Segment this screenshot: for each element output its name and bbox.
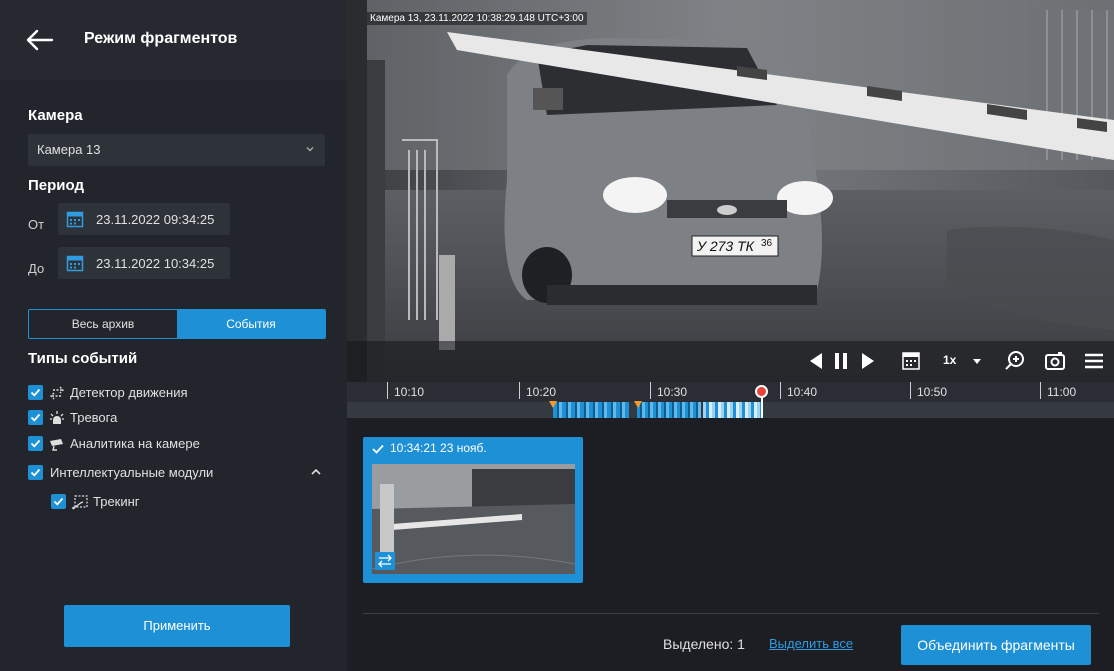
tick-label: 10:50 [917, 385, 948, 399]
checkbox[interactable] [28, 385, 43, 400]
event-type-label: Тревога [70, 410, 118, 425]
to-label: До [28, 261, 45, 276]
zoom-in-icon[interactable] [1003, 349, 1027, 373]
event-type-label: Трекинг [93, 494, 140, 509]
video-controls: 1x [347, 341, 1114, 382]
caret-down-icon[interactable] [965, 349, 989, 373]
fragments-panel: Режим фрагментов Камера Камера 13 Период… [0, 0, 347, 671]
checkbox[interactable] [28, 410, 43, 425]
period-label: Период [28, 177, 84, 194]
tracking-icon [72, 495, 88, 510]
event-type-label: Интеллектуальные модули [50, 465, 214, 480]
event-type-alarm[interactable]: Тревога [28, 408, 318, 428]
video-overlay-timestamp: Камера 13, 23.11.2022 10:38:29.148 UTC+3… [367, 12, 587, 25]
pause-icon[interactable] [829, 349, 853, 373]
fragment-card[interactable]: 10:34:21 23 нояб. [363, 437, 583, 583]
alarm-icon [50, 411, 64, 424]
from-label: От [28, 217, 45, 232]
event-segment[interactable] [637, 402, 701, 418]
mode-events[interactable]: События [177, 310, 325, 338]
menu-icon[interactable] [1082, 349, 1106, 373]
tick-label: 10:30 [657, 385, 688, 399]
calendar-icon[interactable] [899, 349, 923, 373]
checkbox[interactable] [51, 494, 66, 509]
arrow-left-icon[interactable] [24, 26, 56, 54]
event-segment[interactable] [703, 402, 763, 418]
event-type-label: Аналитика на камере [70, 436, 200, 451]
event-type-camera-analytics[interactable]: Аналитика на камере [28, 434, 318, 454]
event-segment[interactable] [553, 402, 629, 418]
timeline[interactable]: 10:10 10:20 10:30 10:40 10:50 11:00 [347, 382, 1114, 418]
tick-mark [387, 382, 388, 399]
event-type-label: Детектор движения [70, 385, 188, 400]
tick-label: 10:40 [787, 385, 818, 399]
mode-switch: Весь архив События [28, 309, 326, 339]
page-title: Режим фрагментов [84, 30, 238, 47]
event-type-tracking[interactable]: Трекинг [51, 492, 301, 512]
calendar-icon[interactable] [66, 254, 84, 272]
panel-header: Режим фрагментов [0, 0, 347, 80]
fragment-thumbnail [372, 464, 575, 574]
selected-count: Выделено: 1 [663, 636, 745, 652]
step-back-icon[interactable] [805, 349, 829, 373]
tick-mark [650, 382, 651, 399]
fragments-list: 10:34:21 23 нояб. Выделено: 1 Выделить в… [347, 418, 1114, 671]
camera-select[interactable]: Камера 13 [28, 134, 325, 166]
camera-label: Камера [28, 107, 83, 124]
divider [363, 613, 1099, 614]
to-datetime-value: 23.11.2022 10:34:25 [96, 256, 215, 271]
snapshot-icon[interactable] [1043, 349, 1067, 373]
step-forward-icon[interactable] [855, 349, 879, 373]
checkbox[interactable] [28, 436, 43, 451]
plate-region: 36 [761, 238, 773, 249]
chevron-up-icon[interactable] [310, 467, 322, 477]
camera-select-value: Камера 13 [37, 142, 101, 157]
tick-mark [519, 382, 520, 399]
speed-selector[interactable]: 1x [943, 353, 956, 367]
fragment-title: 10:34:21 23 нояб. [390, 441, 487, 455]
check-icon [372, 444, 384, 454]
mode-all-archive[interactable]: Весь архив [29, 310, 177, 338]
event-marker[interactable] [634, 401, 642, 408]
motion-detector-icon [50, 386, 64, 400]
select-all-link[interactable]: Выделить все [769, 636, 853, 651]
tick-label: 10:20 [526, 385, 557, 399]
event-type-intelligent-modules[interactable]: Интеллектуальные модули [28, 463, 328, 483]
to-datetime-field[interactable]: 23.11.2022 10:34:25 [58, 247, 230, 279]
calendar-icon[interactable] [66, 210, 84, 228]
plate-number: У 273 ТК [696, 238, 755, 254]
tick-mark [780, 382, 781, 399]
from-datetime-value: 23.11.2022 09:34:25 [96, 212, 215, 227]
checkbox[interactable] [28, 465, 43, 480]
camera-video-frame: У 273 ТК 36 [347, 0, 1114, 382]
apply-button[interactable]: Применить [64, 605, 290, 647]
tick-label: 11:00 [1047, 385, 1077, 399]
event-marker[interactable] [549, 401, 557, 408]
motion-detector-icon [375, 552, 395, 570]
merge-fragments-button[interactable]: Объединить фрагменты [901, 625, 1091, 665]
tick-mark [910, 382, 911, 399]
playhead-handle[interactable] [755, 385, 768, 398]
event-types-label: Типы событий [28, 350, 138, 367]
tick-mark [1040, 382, 1041, 399]
tick-label: 10:10 [394, 385, 425, 399]
video-player[interactable]: У 273 ТК 36 Камера 13, 23.11.2022 10:38:… [347, 0, 1114, 382]
chevron-down-icon [306, 147, 314, 152]
from-datetime-field[interactable]: 23.11.2022 09:34:25 [58, 203, 230, 235]
camera-analytics-icon [50, 439, 63, 451]
event-type-motion[interactable]: Детектор движения [28, 383, 318, 403]
